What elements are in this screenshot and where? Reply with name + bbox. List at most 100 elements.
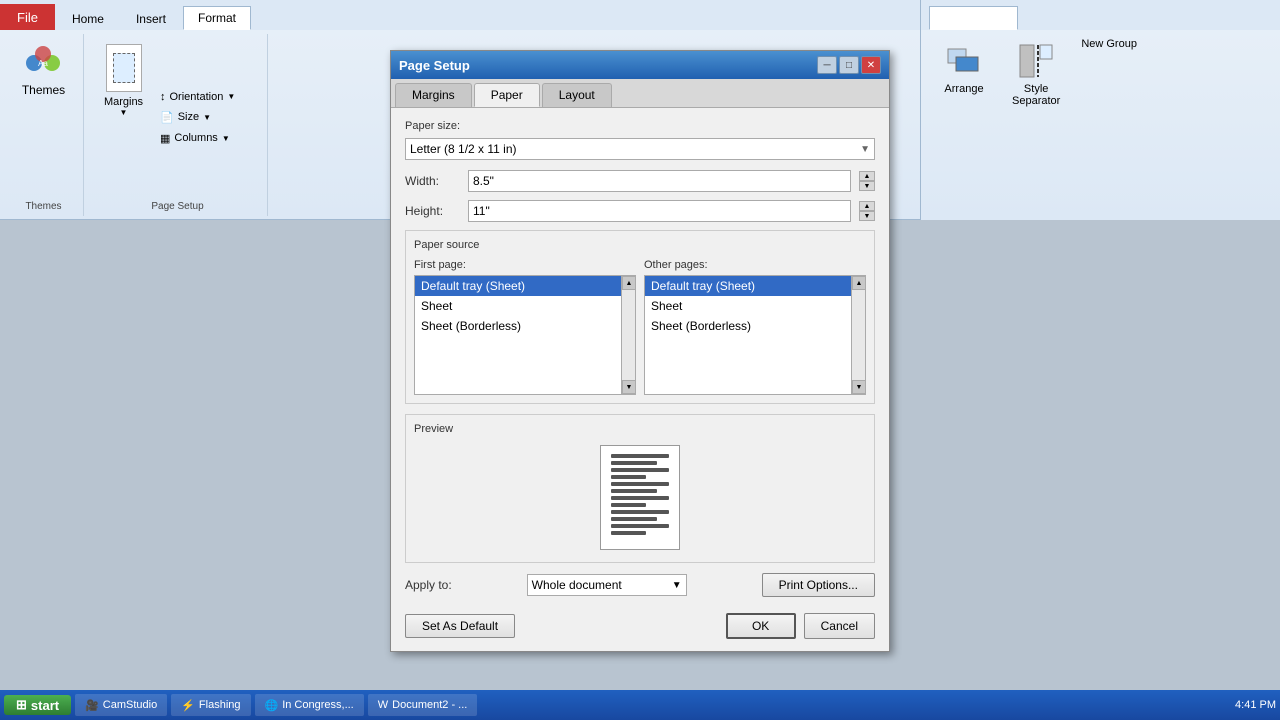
width-label: Width: [405,174,460,188]
paper-size-row: Letter (8 1/2 x 11 in) ▼ [405,138,875,160]
taskbar-right: 4:41 PM [1235,699,1276,711]
other-pages-scroll-up[interactable]: ▲ [852,276,866,290]
dialog-tabs: Margins Paper Layout [391,79,889,108]
tab-format-label: Format [198,11,236,25]
first-page-scroll-track[interactable] [622,290,635,380]
minimize-button[interactable]: ─ [817,56,837,74]
taskbar-item-3[interactable]: W Document2 - ... [368,694,478,716]
preview-line-11 [611,524,669,528]
first-page-label: First page: [414,259,636,271]
cancel-button[interactable]: Cancel [804,613,875,639]
dialog-buttons: Set As Default OK Cancel [405,609,875,639]
preview-label: Preview [414,423,866,435]
taskbar-item-3-label: Document2 - ... [392,699,467,711]
orientation-icon: ↕ [160,91,166,103]
set-as-default-button[interactable]: Set As Default [405,614,515,638]
themes-button[interactable]: Aa Themes [17,38,70,102]
preview-page [600,445,680,550]
first-page-item-1[interactable]: Sheet [415,296,635,316]
other-pages-item-0[interactable]: Default tray (Sheet) [645,276,865,296]
clock: 4:41 PM [1235,699,1276,711]
height-spinner: ▲ ▼ [859,201,875,221]
height-input[interactable] [468,200,851,222]
other-pages-scroll-track[interactable] [852,290,865,380]
margins-button[interactable]: Margins ▼ [96,38,151,197]
columns-button[interactable]: ▦ Columns ▼ [155,129,240,148]
arrange-icon [942,39,986,83]
height-row: Height: ▲ ▼ [405,200,875,222]
columns-icon: ▦ [160,132,170,145]
tab-margins[interactable]: Margins [395,83,472,107]
size-button[interactable]: 📄 Size ▼ [155,108,240,127]
paper-size-value: Letter (8 1/2 x 11 in) [410,142,517,156]
first-page-item-0[interactable]: Default tray (Sheet) [415,276,635,296]
apply-to-row: Apply to: Whole document ▼ Print Options… [405,573,875,597]
print-options-button[interactable]: Print Options... [762,573,875,597]
right-ribbon-group: Arrange Style Separator New Group [929,30,1272,116]
width-spin-down[interactable]: ▼ [859,181,875,191]
new-group-label: New Group [1077,34,1141,54]
arrange-label: Arrange [944,83,983,95]
browser-icon: 🌐 [265,699,279,712]
arrange-button[interactable]: Arrange [933,34,995,100]
taskbar-item-2-label: In Congress,... [282,699,354,711]
paper-source-section: Paper source First page: Default tray (S… [405,230,875,404]
style-separator-icon [1014,39,1058,83]
first-page-scrollbar: ▲ ▼ [621,276,635,394]
preview-line-12 [611,531,646,535]
paper-size-arrow: ▼ [860,144,870,155]
svg-text:Aa: Aa [39,59,49,68]
tab-file[interactable]: File [0,4,55,30]
preview-content [414,441,866,554]
first-page-list: Default tray (Sheet) Sheet Sheet (Border… [414,275,636,395]
first-page-scroll-down[interactable]: ▼ [622,380,636,394]
other-pages-item-2[interactable]: Sheet (Borderless) [645,316,865,336]
themes-label: Themes [22,83,65,97]
other-pages-scroll-down[interactable]: ▼ [852,380,866,394]
ok-button[interactable]: OK [726,613,796,639]
other-pages-item-1[interactable]: Sheet [645,296,865,316]
close-button[interactable]: ✕ [861,56,881,74]
preview-line-7 [611,496,669,500]
word-icon: W [378,699,388,711]
height-spin-down[interactable]: ▼ [859,211,875,221]
first-page-scroll-up[interactable]: ▲ [622,276,636,290]
tab-insert-label: Insert [136,12,166,26]
preview-line-5 [611,482,669,486]
paper-size-section-label: Paper size: [405,120,875,132]
tab-insert[interactable]: Insert [121,7,181,30]
columns-label: Columns [174,132,217,144]
tab-home[interactable]: Home [57,7,119,30]
page-setup-group-label: Page Setup [96,197,259,212]
orientation-button[interactable]: ↕ Orientation ▼ [155,88,240,106]
height-spin-up[interactable]: ▲ [859,201,875,211]
preview-line-10 [611,517,657,521]
other-pages-col: Other pages: Default tray (Sheet) Sheet … [644,259,866,395]
preview-section: Preview [405,414,875,563]
taskbar-item-0[interactable]: 🎥 CamStudio [75,694,167,716]
margins-icon [106,44,142,94]
dialog-title: Page Setup [399,58,470,73]
restore-button[interactable]: □ [839,56,859,74]
first-page-item-2[interactable]: Sheet (Borderless) [415,316,635,336]
apply-to-select[interactable]: Whole document ▼ [527,574,687,596]
tab-paper[interactable]: Paper [474,83,540,107]
taskbar-item-2[interactable]: 🌐 In Congress,... [255,694,364,716]
apply-to-label: Apply to: [405,578,452,592]
taskbar-item-1[interactable]: ⚡ Flashing [171,694,250,716]
taskbar-item-0-label: CamStudio [103,699,157,711]
start-button[interactable]: ⊞ start [4,695,71,715]
width-input[interactable] [468,170,851,192]
style-separator-button[interactable]: Style Separator [1003,34,1069,112]
preview-line-1 [611,454,669,458]
tab-developer[interactable]: Developer [929,6,1018,30]
width-spin-up[interactable]: ▲ [859,171,875,181]
page-setup-dialog: Page Setup ─ □ ✕ Margins Paper Layout Pa… [390,50,890,652]
preview-line-2 [611,461,657,465]
paper-size-select[interactable]: Letter (8 1/2 x 11 in) ▼ [405,138,875,160]
windows-icon: ⊞ [16,697,27,713]
paper-source-label: Paper source [414,239,866,251]
tab-format[interactable]: Format [183,6,251,30]
tab-layout[interactable]: Layout [542,83,612,107]
themes-icon: Aa [23,43,63,83]
